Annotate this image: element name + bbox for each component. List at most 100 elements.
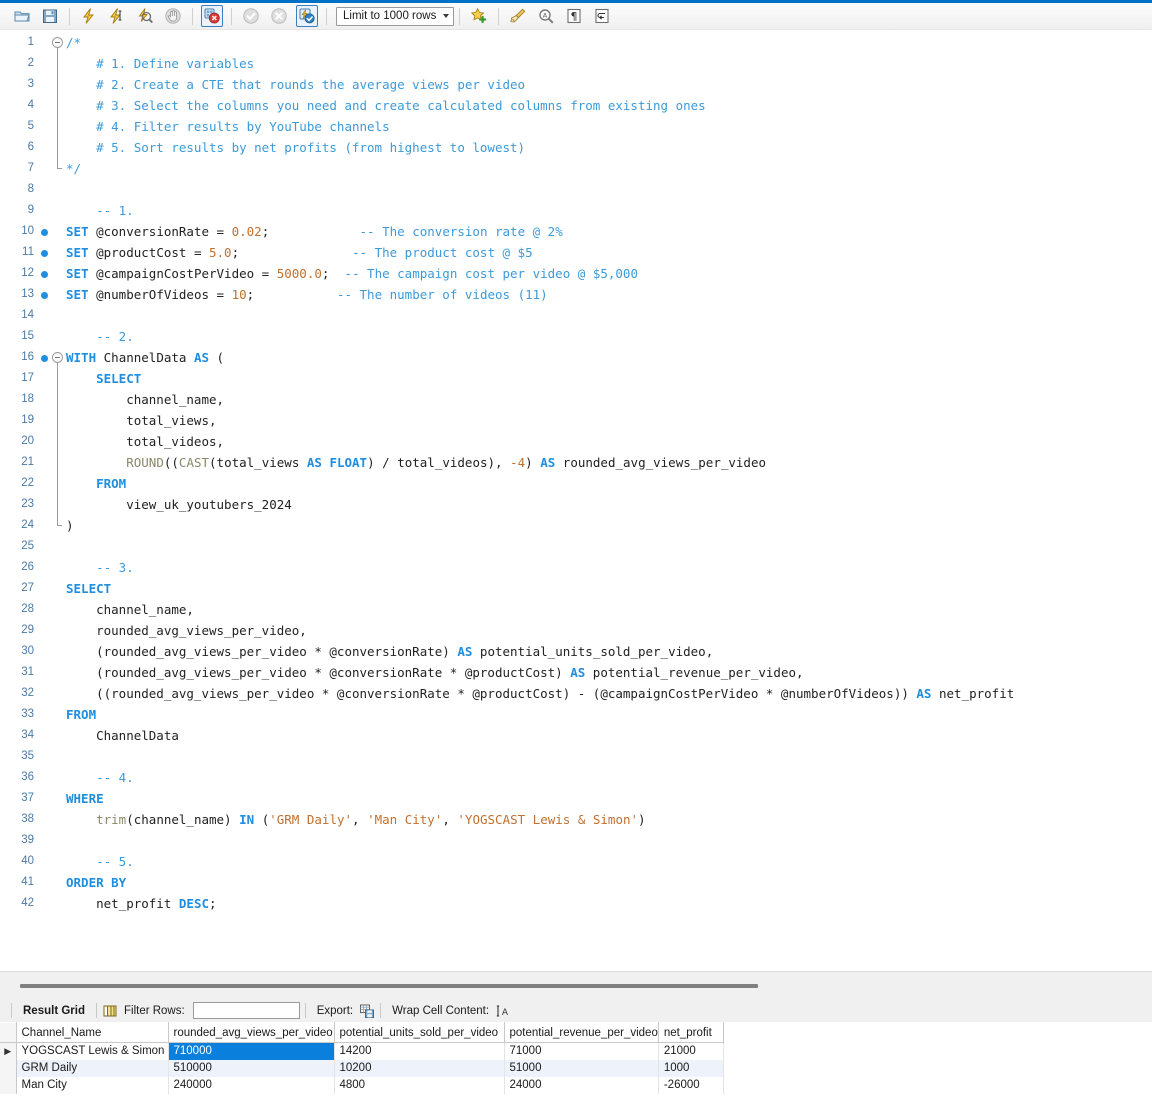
code-line[interactable]: 36 -- 4. [0, 767, 1152, 788]
column-header[interactable]: net_profit [658, 1022, 724, 1043]
result-grid-tab[interactable]: Result Grid [23, 1005, 85, 1017]
code-line[interactable]: 2 # 1. Define variables [0, 53, 1152, 74]
table-cell[interactable]: 71000 [504, 1042, 659, 1060]
code-line[interactable]: 26 -- 3. [0, 557, 1152, 578]
splitter-grip[interactable] [20, 984, 758, 988]
stop-execution-icon[interactable] [162, 5, 184, 27]
code-line[interactable]: 40 -- 5. [0, 851, 1152, 872]
sql-code-editor[interactable]: 1/* 2 # 1. Define variables 3 # 2. Create … [0, 30, 1152, 971]
explain-statement-icon[interactable] [134, 5, 156, 27]
result-grid[interactable]: Channel_Name rounded_avg_views_per_video p… [0, 1022, 1152, 1118]
table-cell[interactable]: 14200 [334, 1042, 505, 1060]
code-line[interactable]: 10 SET @conversionRate = 0.02; -- The con… [0, 221, 1152, 242]
code-line[interactable]: 20 total_videos, [0, 431, 1152, 452]
code-line[interactable]: 41 ORDER BY [0, 872, 1152, 893]
column-header[interactable]: rounded_avg_views_per_video [168, 1022, 335, 1043]
toggle-autocommit-icon[interactable] [296, 5, 318, 27]
toggle-stop-on-error-icon[interactable] [201, 5, 223, 27]
breakpoint-marker-icon[interactable] [41, 228, 48, 236]
code-line[interactable]: 3 # 2. Create a CTE that rounds the aver… [0, 74, 1152, 95]
code-line[interactable]: 6 # 5. Sort results by net profits (from… [0, 137, 1152, 158]
code-line[interactable]: 13 SET @numberOfVideos = 10; -- The numbe… [0, 284, 1152, 305]
table-cell[interactable]: -26000 [658, 1076, 724, 1094]
code-line[interactable]: 25 [0, 536, 1152, 557]
breakpoint-marker-icon[interactable] [41, 291, 48, 299]
save-snippet-icon[interactable] [468, 5, 490, 27]
table-cell[interactable]: 510000 [168, 1059, 335, 1077]
code-line[interactable]: 5 # 4. Filter results by YouTube channel… [0, 116, 1152, 137]
table-cell[interactable]: 21000 [658, 1042, 724, 1060]
code-line[interactable]: 9 -- 1. [0, 200, 1152, 221]
row-limit-dropdown[interactable]: Limit to 1000 rows [336, 6, 454, 26]
code-line[interactable]: 35 [0, 746, 1152, 767]
code-line[interactable]: 11 SET @productCost = 5.0; -- The product… [0, 242, 1152, 263]
table-cell[interactable]: 51000 [504, 1059, 659, 1077]
code-line[interactable]: 16 WITH ChannelData AS ( [0, 347, 1152, 384]
toggle-wrapping-icon[interactable] [591, 5, 613, 27]
code-line[interactable]: 1 /* [0, 32, 1152, 69]
code-line[interactable]: 15 -- 2. [0, 326, 1152, 347]
beautify-query-icon[interactable] [507, 5, 529, 27]
execute-statement-icon[interactable] [78, 5, 100, 27]
code-line[interactable]: 19 total_views, [0, 410, 1152, 431]
table-cell[interactable]: GRM Daily [16, 1059, 169, 1077]
code-line[interactable]: 18 channel_name, [0, 389, 1152, 410]
toggle-invisible-chars-icon[interactable]: ¶ [563, 5, 585, 27]
code-line[interactable]: 29 rounded_avg_views_per_video, [0, 620, 1152, 641]
code-line[interactable]: 37 WHERE [0, 788, 1152, 809]
breakpoint-marker-icon[interactable] [41, 249, 48, 257]
code-line[interactable]: 22 FROM [0, 473, 1152, 494]
find-icon[interactable]: A [535, 5, 557, 27]
code-line[interactable]: 12 SET @campaignCostPerVideo = 5000.0; --… [0, 263, 1152, 284]
row-marker-cell[interactable]: ▶ [0, 1042, 17, 1060]
table-cell[interactable]: 710000 [168, 1042, 335, 1060]
column-header[interactable]: Channel_Name [16, 1022, 169, 1043]
breakpoint-marker-icon[interactable] [41, 354, 48, 362]
code-line[interactable]: 8 [0, 179, 1152, 200]
code-line[interactable]: 33 FROM [0, 704, 1152, 725]
breakpoint-marker-icon[interactable] [41, 270, 48, 278]
table-cell[interactable]: 240000 [168, 1076, 335, 1094]
code-line[interactable]: 38 trim(channel_name) IN ('GRM Daily', '… [0, 809, 1152, 830]
code-line[interactable]: 4 # 3. Select the columns you need and c… [0, 95, 1152, 116]
editor-results-splitter[interactable] [0, 971, 1152, 1000]
row-marker-cell[interactable] [0, 1076, 17, 1094]
execute-current-statement-icon[interactable] [106, 5, 128, 27]
code-line[interactable]: 27 SELECT [0, 578, 1152, 599]
commit-transaction-icon[interactable] [240, 5, 262, 27]
table-cell[interactable]: YOGSCAST Lewis & Simon [16, 1042, 169, 1060]
open-sql-script-icon[interactable] [11, 5, 33, 27]
fold-toggle-icon[interactable] [52, 37, 63, 48]
save-script-icon[interactable] [39, 5, 61, 27]
rollback-transaction-icon[interactable] [268, 5, 290, 27]
table-cell[interactable]: 4800 [334, 1076, 505, 1094]
code-line[interactable]: 14 [0, 305, 1152, 326]
table-cell[interactable]: Man City [16, 1076, 169, 1094]
fold-toggle-icon[interactable] [52, 352, 63, 363]
table-row[interactable]: Man City 240000 4800 24000 -26000 [0, 1076, 724, 1094]
table-cell[interactable]: 24000 [504, 1076, 659, 1094]
table-cell[interactable]: 1000 [658, 1059, 724, 1077]
column-header[interactable]: potential_units_sold_per_video [334, 1022, 505, 1043]
code-line[interactable]: 28 channel_name, [0, 599, 1152, 620]
wrap-cell-icon[interactable]: A [495, 1003, 511, 1019]
column-header[interactable]: potential_revenue_per_video [504, 1022, 659, 1043]
grid-view-icon[interactable] [102, 1003, 118, 1019]
filter-rows-input[interactable] [192, 1002, 300, 1019]
code-line[interactable]: 39 [0, 830, 1152, 851]
code-line[interactable]: 24) [0, 515, 1152, 536]
code-line[interactable]: 30 (rounded_avg_views_per_video * @conve… [0, 641, 1152, 662]
code-line[interactable]: 32 ((rounded_avg_views_per_video * @conv… [0, 683, 1152, 704]
code-line[interactable]: 21 ROUND((CAST(total_views AS FLOAT) / t… [0, 452, 1152, 473]
table-row[interactable]: GRM Daily 510000 10200 51000 1000 [0, 1059, 724, 1077]
table-cell[interactable]: 10200 [334, 1059, 505, 1077]
code-line[interactable]: 34 ChannelData [0, 725, 1152, 746]
code-line[interactable]: 42 net_profit DESC; [0, 893, 1152, 914]
table-row[interactable]: ▶ YOGSCAST Lewis & Simon 710000 14200 71000 2… [0, 1042, 724, 1060]
code-line[interactable]: 17 SELECT [0, 368, 1152, 389]
code-line[interactable]: 31 (rounded_avg_views_per_video * @conve… [0, 662, 1152, 683]
export-icon[interactable] [359, 1003, 375, 1019]
row-marker-cell[interactable] [0, 1059, 17, 1077]
code-line[interactable]: 23 view_uk_youtubers_2024 [0, 494, 1152, 515]
code-line[interactable]: 7 */ [0, 158, 1152, 179]
